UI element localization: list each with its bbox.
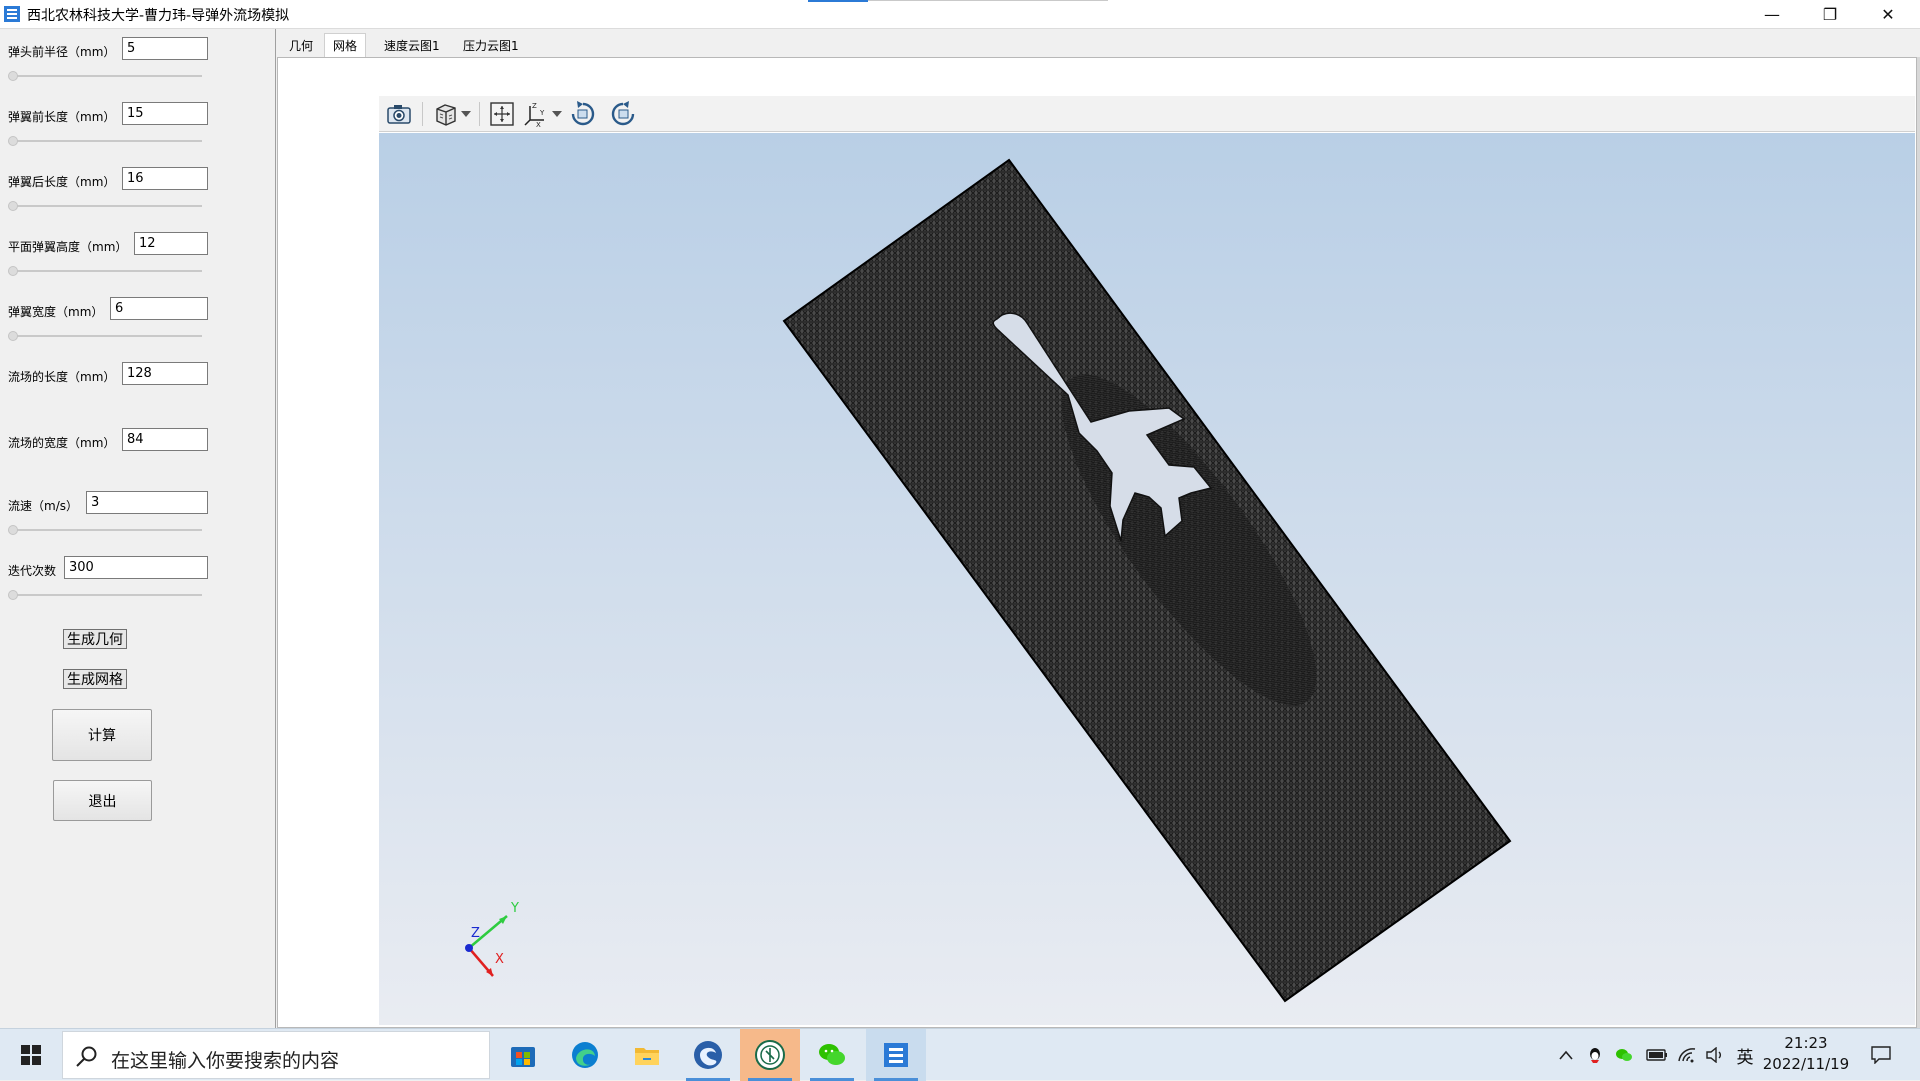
field-length-input[interactable] (122, 362, 208, 385)
wechat-icon[interactable] (802, 1029, 862, 1081)
minimize-button[interactable]: — (1743, 0, 1801, 29)
clock-time: 21:23 (1784, 1034, 1828, 1052)
windows-start-icon[interactable] (0, 1029, 62, 1081)
toolbar-separator (422, 102, 423, 126)
fin-width-input[interactable] (110, 297, 208, 320)
toolbar-separator (479, 102, 480, 126)
fin-height-input[interactable] (134, 232, 208, 255)
axes-dropdown-chevron-icon[interactable] (551, 100, 563, 128)
flow-domain-mesh (782, 158, 1512, 1003)
wifi-icon[interactable] (1676, 1029, 1698, 1081)
fin-rear-length-input[interactable] (122, 167, 208, 190)
param-label: 弹翼前长度（mm） (8, 110, 116, 124)
wechat-tray-icon[interactable] (1614, 1029, 1634, 1081)
compute-button[interactable]: 计算 (52, 709, 152, 761)
flow-speed-input[interactable] (86, 491, 208, 514)
orientation-axes (465, 915, 508, 977)
title-divider (868, 0, 1108, 1)
param-label: 平面弹翼高度（mm） (8, 240, 128, 254)
param-label: 迭代次数 (8, 564, 57, 578)
generate-geometry-button[interactable]: 生成几何 (63, 629, 127, 649)
tab-bar: 几何 网格 速度云图1 压力云图1 (277, 29, 1920, 57)
notification-icon[interactable] (1866, 1029, 1896, 1081)
param-label: 流速（m/s） (8, 499, 78, 513)
qq-icon[interactable] (1585, 1029, 1605, 1081)
app-swirl-icon[interactable] (678, 1029, 738, 1081)
taskbar: 在这里输入你要搜索的内容 英 21:23 2022/11/19 (0, 1028, 1920, 1081)
university-app-icon[interactable] (740, 1029, 800, 1081)
tray-chevron-up-icon[interactable] (1556, 1029, 1576, 1081)
parameter-panel: 弹头前半径（mm） 弹翼前长度（mm） 弹翼后长度（mm） 平面弹翼高度（mm）… (0, 29, 276, 1028)
close-button[interactable]: ✕ (1859, 0, 1917, 29)
reset-camera-icon[interactable] (487, 100, 517, 128)
file-explorer-icon[interactable] (617, 1029, 677, 1081)
view-cube-icon[interactable] (433, 100, 459, 128)
rotate-ccw-icon[interactable] (608, 100, 638, 128)
clock-date: 2022/11/19 (1762, 1055, 1850, 1073)
edge-icon[interactable] (555, 1029, 615, 1081)
taskbar-search-box[interactable]: 在这里输入你要搜索的内容 (62, 1031, 490, 1079)
tab-mesh[interactable]: 网格 (324, 33, 367, 57)
mesh-render: Y X Z (465, 158, 1512, 1003)
view-dropdown-chevron-icon[interactable] (460, 100, 472, 128)
store-icon[interactable] (493, 1029, 553, 1081)
volume-icon[interactable] (1704, 1029, 1726, 1081)
svg-text:Z: Z (532, 102, 537, 110)
warhead-radius-slider[interactable] (8, 71, 204, 81)
svg-text:Y: Y (539, 109, 545, 117)
clock[interactable]: 21:23 2022/11/19 (1756, 1034, 1856, 1078)
svg-text:X: X (536, 121, 541, 128)
fin-width-slider[interactable] (8, 331, 204, 341)
search-icon (75, 1044, 99, 1072)
render-viewport[interactable]: Y X Z (379, 133, 1915, 1025)
mesh-app-icon[interactable] (866, 1029, 926, 1081)
generate-mesh-button[interactable]: 生成网格 (63, 669, 127, 689)
iterations-slider[interactable] (8, 590, 204, 600)
restore-button[interactable]: ❐ (1801, 0, 1859, 29)
tab-geometry[interactable]: 几何 (281, 33, 321, 57)
fin-height-slider[interactable] (8, 266, 204, 276)
battery-icon[interactable] (1645, 1029, 1669, 1081)
tab-pressure-contour[interactable]: 压力云图1 (455, 33, 527, 57)
axes-orientation-icon[interactable]: ZYX (522, 100, 550, 128)
rotate-cw-icon[interactable] (568, 100, 598, 128)
camera-icon[interactable] (383, 100, 415, 128)
param-label: 弹翼后长度（mm） (8, 175, 116, 189)
title-accent-line (808, 0, 868, 2)
axis-label-y: Y (510, 901, 519, 916)
search-placeholder: 在这里输入你要搜索的内容 (111, 1050, 340, 1072)
warhead-radius-input[interactable] (122, 37, 208, 60)
ime-indicator[interactable]: 英 (1734, 1029, 1756, 1081)
param-label: 流场的长度（mm） (8, 370, 116, 384)
iterations-input[interactable] (64, 556, 208, 579)
field-width-input[interactable] (122, 428, 208, 451)
title-bar: 西北农林科技大学-曹力玮-导弹外流场模拟 — ❐ ✕ (0, 0, 1920, 29)
window-title: 西北农林科技大学-曹力玮-导弹外流场模拟 (27, 8, 290, 24)
viewer-toolbar: ZYX (379, 96, 1915, 132)
flow-speed-slider[interactable] (8, 525, 204, 535)
fin-rear-length-slider[interactable] (8, 201, 204, 211)
axis-label-z: Z (471, 926, 480, 941)
fin-front-length-slider[interactable] (8, 136, 204, 146)
axis-label-x: X (495, 952, 504, 967)
param-label: 弹翼宽度（mm） (8, 305, 104, 319)
app-icon (3, 5, 21, 23)
param-label: 弹头前半径（mm） (8, 45, 116, 59)
tab-velocity-contour[interactable]: 速度云图1 (376, 33, 448, 57)
exit-button[interactable]: 退出 (53, 780, 152, 821)
param-label: 流场的宽度（mm） (8, 436, 116, 450)
fin-front-length-input[interactable] (122, 102, 208, 125)
